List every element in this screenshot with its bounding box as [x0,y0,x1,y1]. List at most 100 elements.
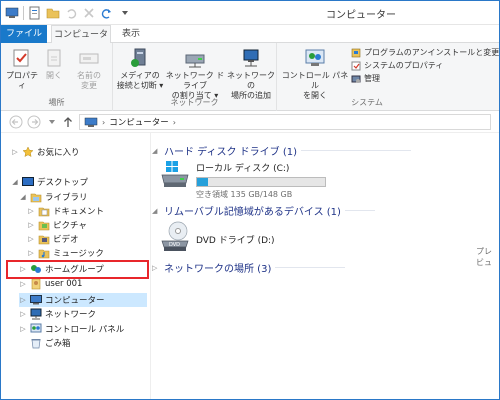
forward-button[interactable] [27,115,41,129]
expand-arrow-icon[interactable]: ▷ [19,310,27,318]
breadcrumb-computer[interactable]: コンピューター [109,116,169,128]
rename-button[interactable]: 名前の 変更 [71,47,107,91]
drive-local-c[interactable]: ローカル ディスク (C:) 空き領域 135 GB/148 GB [160,161,326,200]
videos-icon [38,233,50,245]
media-connect-button[interactable]: メディアの 接続と切断 ▾ [115,47,165,91]
breadcrumb-chevron-icon: › [102,117,106,127]
up-arrow-icon [64,117,72,127]
back-arrow-icon [9,115,23,129]
library-icon [30,191,42,203]
title-bar: コンピューター [1,1,499,25]
quick-access-toolbar [5,5,132,21]
chevron-down-icon [49,120,55,124]
expand-arrow-icon[interactable]: ▷ [19,325,27,333]
properties-button[interactable]: プロパティ [5,47,39,91]
properties-icon[interactable] [28,6,42,20]
ribbon-group-system: コントロール パネル を開く プログラムのアンインストールと変更 システムのプロ… [277,43,499,111]
control-panel-icon [30,323,42,335]
svg-text:DVD: DVD [169,242,180,248]
expand-arrow-icon[interactable]: ▷ [27,221,35,229]
nav-item-pictures[interactable]: ▷ ピクチャ [27,218,87,232]
address-bar[interactable]: › コンピューター › [79,114,491,130]
expand-arrow-icon[interactable]: ▷ [19,296,27,304]
add-network-location-button[interactable]: ネットワークの 場所の追加 [227,47,275,101]
computer-icon [30,294,42,306]
drive-name: DVD ドライブ (D:) [196,236,275,246]
expand-arrow-icon[interactable]: ▷ [11,148,19,156]
window-title: コンピューター [326,10,396,21]
expand-arrow-icon[interactable]: ▷ [19,280,27,288]
network-drive-icon [183,47,207,69]
back-button[interactable] [9,115,23,129]
manage-button[interactable]: 管理 [351,73,380,84]
open-button[interactable]: 開く [41,47,67,81]
group-header-hard-disk[interactable]: ◢ ハード ディスク ドライブ (1) [152,143,412,158]
nav-item-recycle-bin[interactable]: ごみ箱 [19,336,71,350]
nav-item-computer[interactable]: ▷ コンピューター [19,293,147,307]
desktop-icon [22,176,34,188]
expand-arrow-icon[interactable]: ▷ [27,207,35,215]
nav-item-documents[interactable]: ▷ ドキュメント [27,204,104,218]
collapse-arrow-icon[interactable]: ◢ [19,193,27,201]
disk-usage-fill [197,178,209,186]
program-box-icon [351,48,361,57]
group-header-network-locations[interactable]: ▷ ネットワークの場所 (3) [152,260,346,275]
ribbon: プロパティ 開く 名前の 変更 場所 メディアの 接続と切断 ▾ ネットワーク … [1,43,499,111]
dvd-drive-icon: DVD [160,221,190,256]
expand-arrow-icon[interactable]: ▷ [27,235,35,243]
tab-file[interactable]: ファイル [1,25,47,43]
divider [275,267,346,268]
expand-arrow-icon: ▷ [152,263,158,272]
system-properties-button[interactable]: システムのプロパティ [351,60,443,71]
recycle-bin-icon [30,337,42,349]
computer-icon[interactable] [5,6,19,20]
open-control-panel-button[interactable]: コントロール パネル を開く [281,47,349,101]
tab-computer[interactable]: コンピューター [51,25,111,58]
nav-item-user[interactable]: ▷ user 001 [19,277,82,291]
ribbon-tabs: ファイル コンピューター 表示 [1,25,499,58]
star-icon [22,146,34,158]
undo-icon[interactable] [64,6,78,20]
content-pane: ◢ ハード ディスク ドライブ (1) ローカル ディスク (C:) 空き領域 … [152,133,499,399]
group-label-location: 場所 [48,98,65,107]
manage-icon [351,75,361,83]
network-location-icon [239,47,263,69]
chevron-down-icon[interactable] [118,6,132,20]
explorer-window: コンピューター ファイル コンピューター 表示 プロパティ 開く [0,0,500,400]
drive-dvd-d[interactable]: DVD DVD ドライブ (D:) [160,221,275,256]
toolbar-separator [23,6,24,20]
new-folder-icon[interactable] [46,6,60,20]
up-button[interactable] [61,115,75,129]
map-network-drive-button[interactable]: ネットワーク ドライブ の割り当て ▾ [165,47,225,101]
open-icon [42,47,66,69]
media-server-icon [128,47,152,69]
hard-drive-icon [160,161,190,200]
recent-locations-button[interactable] [45,115,59,129]
nav-item-music[interactable]: ▷ ミュージック [27,246,104,260]
redo-icon[interactable] [100,6,114,20]
collapse-arrow-icon[interactable]: ◢ [11,178,19,186]
nav-item-videos[interactable]: ▷ ビデオ [27,232,78,246]
group-label-system: システム [351,98,383,107]
nav-item-libraries[interactable]: ◢ ライブラリ [19,190,87,204]
disk-usage-bar [196,177,326,187]
delete-icon[interactable] [82,6,96,20]
expand-arrow-icon[interactable]: ▷ [27,249,35,257]
control-panel-icon [303,47,327,69]
nav-item-favorites[interactable]: ▷ お気に入り [11,145,80,159]
breadcrumb-chevron-icon: › [172,117,176,127]
highlight-annotation [6,260,149,279]
collapse-arrow-icon: ◢ [152,206,158,215]
nav-item-control-panel[interactable]: ▷ コントロール パネル [19,322,124,336]
uninstall-program-button[interactable]: プログラムのアンインストールと変更 [351,47,499,58]
group-header-removable[interactable]: ◢ リムーバブル記憶域があるデバイス (1) [152,203,375,218]
drive-name: ローカル ディスク (C:) [196,164,290,174]
tab-view[interactable]: 表示 [113,25,149,43]
drive-info: ローカル ディスク (C:) 空き領域 135 GB/148 GB [196,161,326,200]
nav-item-network[interactable]: ▷ ネットワーク [19,307,96,321]
divider [344,210,375,211]
ribbon-group-network: メディアの 接続と切断 ▾ ネットワーク ドライブ の割り当て ▾ ネットワーク… [113,43,277,111]
user-folder-icon [30,278,42,290]
drive-free-space: 空き領域 135 GB/148 GB [196,190,293,199]
nav-item-desktop[interactable]: ◢ デスクトップ [11,175,88,189]
